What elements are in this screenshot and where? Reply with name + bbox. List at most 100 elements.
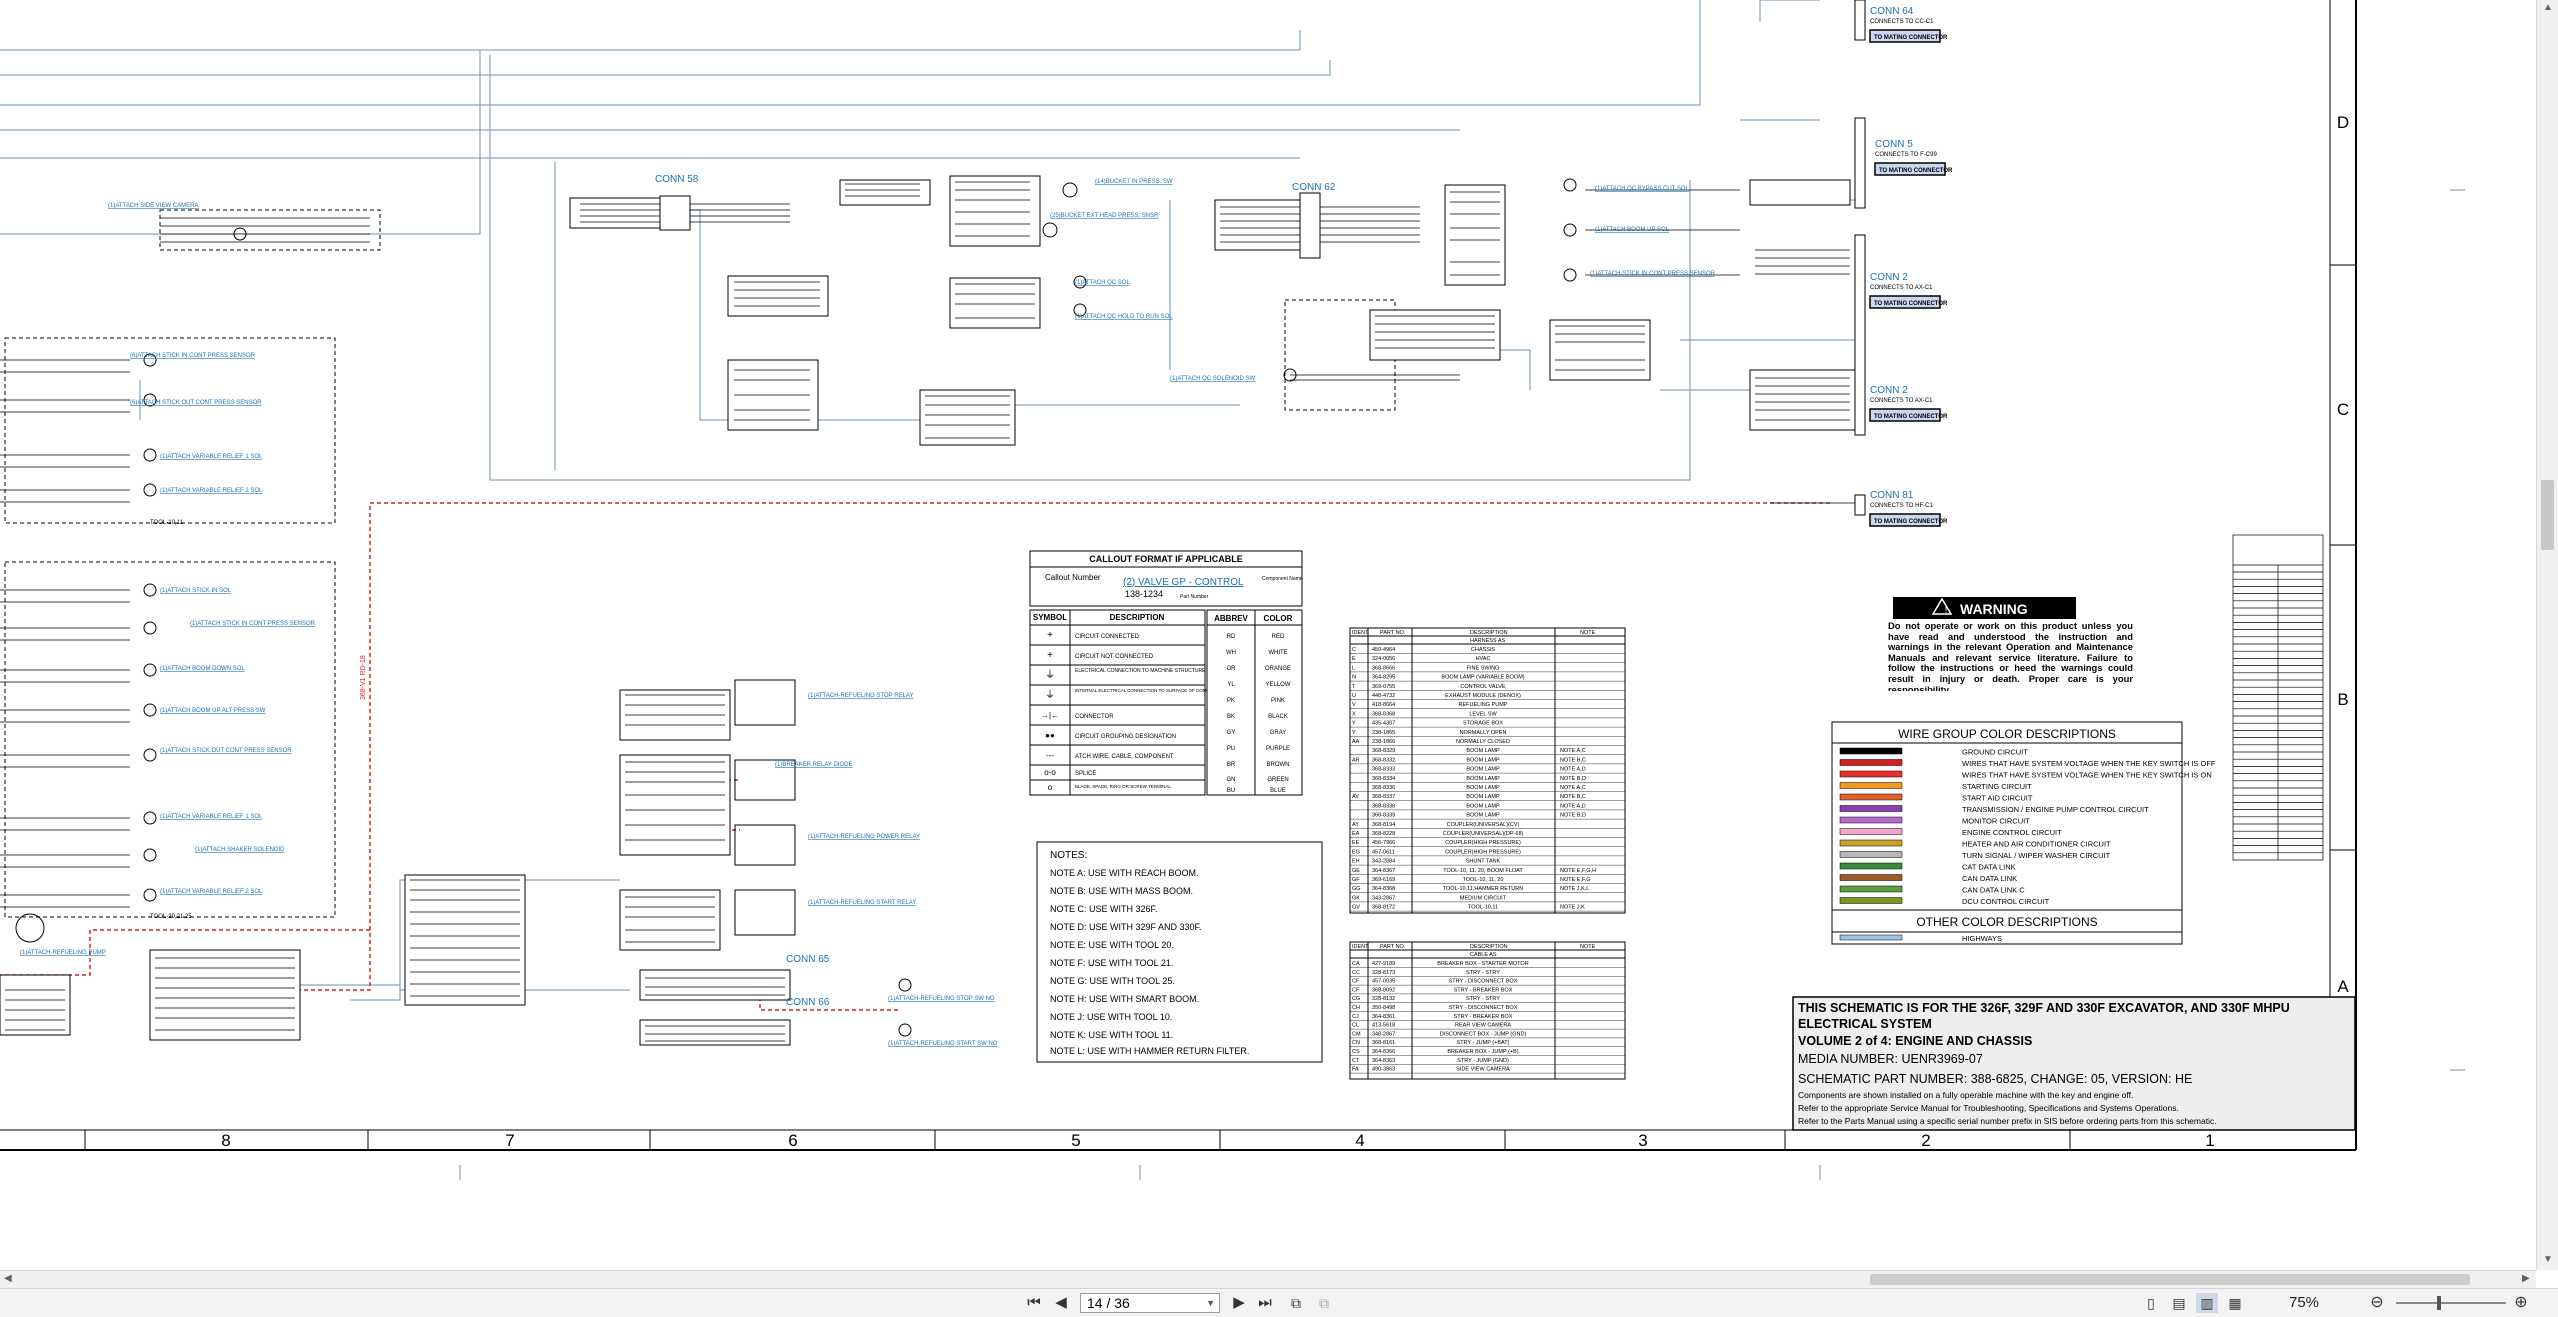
svg-text:BLADE, SPADE, RING OR SCREW TE: BLADE, SPADE, RING OR SCREW TERMINAL [1075, 784, 1171, 789]
zoom-in-icon[interactable]: ⊕ [2512, 1293, 2530, 1313]
next-page-icon[interactable]: ▶ [1230, 1293, 1248, 1313]
svg-text:448-4732: 448-4732 [1372, 693, 1395, 699]
wire-color-swatch [1839, 770, 1903, 778]
scroll-up-icon[interactable]: ▲ [2543, 2, 2553, 13]
svg-text:NOTE J,K,L: NOTE J,K,L [1560, 886, 1589, 892]
svg-text:BLUE: BLUE [1270, 788, 1286, 794]
zoom-slider-thumb[interactable] [2437, 1296, 2441, 1310]
svg-text:ENGINE CONTROL CIRCUIT: ENGINE CONTROL CIRCUIT [1962, 828, 2062, 837]
vertical-scroll-thumb[interactable] [2541, 480, 2554, 550]
svg-text:NOTE A,D: NOTE A,D [1560, 803, 1586, 809]
svg-text:CF: CF [1352, 987, 1360, 993]
conn-64-label: CONN 64 [1870, 6, 1914, 17]
svg-text:NORMALLY CLOSED: NORMALLY CLOSED [1456, 739, 1510, 745]
svg-text:AV: AV [1352, 794, 1359, 800]
horizontal-scrollbar[interactable]: ◀ ▶ [0, 1270, 2536, 1288]
svg-text:BROWN: BROWN [1267, 762, 1290, 768]
svg-text:(1)ATTACH QC BYPASS CUT SOL: (1)ATTACH QC BYPASS CUT SOL [1595, 186, 1690, 192]
harness-row: 368-8336 BOOM LAMP NOTE A,C [1350, 785, 1625, 792]
fit-page-icon[interactable]: ⧉ [1286, 1293, 1306, 1313]
svg-text:FA: FA [1352, 1067, 1359, 1073]
svg-text:CA: CA [1352, 961, 1360, 967]
svg-text:(1)ATTACH-REFUELING STOP RELAY: (1)ATTACH-REFUELING STOP RELAY [808, 693, 913, 699]
svg-text:NOTE L: USE WITH HAMMER RETURN: NOTE L: USE WITH HAMMER RETURN FILTER. [1050, 1046, 1249, 1056]
wire-color-swatch [1839, 839, 1903, 847]
svg-text:FINE SWING: FINE SWING [1467, 665, 1500, 671]
svg-text:350-8498: 350-8498 [1372, 1005, 1395, 1011]
svg-text:457-0611: 457-0611 [1372, 849, 1395, 855]
svg-text:HIGHWAYS: HIGHWAYS [1962, 934, 2002, 943]
callout-format-box: CALLOUT FORMAT IF APPLICABLE Callout Num… [1029, 550, 1303, 607]
abbrev-table: ABBREV COLOR RD RED WH WHITE OR ORANGE YL YE… [1206, 609, 1303, 796]
svg-text:COUPLER(UNIVERSAL)(DP-68): COUPLER(UNIVERSAL)(DP-68) [1443, 831, 1524, 837]
svg-text:SHUNT TANK: SHUNT TANK [1466, 859, 1501, 865]
wire-color-swatch [1839, 828, 1903, 835]
svg-text:(14)BUCKET IN PRESS. SW: (14)BUCKET IN PRESS. SW [1095, 179, 1173, 185]
schematic-drawing: 8 7 6 5 4 3 2 1 D C B A 368-V1 RD-18 CON… [0, 0, 2465, 1180]
fit-width-icon[interactable]: ⧉ [1314, 1293, 1334, 1313]
vertical-scrollbar[interactable]: ▲ ▼ [2536, 0, 2558, 1270]
svg-text:NOTE B: USE WITH MASS BOOM.: NOTE B: USE WITH MASS BOOM. [1050, 886, 1193, 896]
svg-text:(25)BUCKET EXT HEAD PRESS. SNS: (25)BUCKET EXT HEAD PRESS. SNSR [1050, 213, 1159, 219]
chevron-down-icon[interactable]: ▼ [1206, 1294, 1215, 1312]
svg-text:368-8329: 368-8329 [1372, 748, 1395, 754]
svg-text:368-8228: 368-8228 [1372, 831, 1395, 837]
zoom-level[interactable]: 75% [2275, 1293, 2333, 1313]
svg-text:NOTE A,C: NOTE A,C [1560, 748, 1586, 754]
svg-text:AR: AR [1352, 757, 1360, 763]
svg-text:CS: CS [1352, 1049, 1360, 1055]
svg-text:(2) VALVE GP - CONTROL: (2) VALVE GP - CONTROL [1123, 577, 1244, 588]
harness-row: 368-8334 BOOM LAMP NOTE B,D [1350, 776, 1625, 783]
zoom-slider-track[interactable] [2396, 1302, 2506, 1304]
svg-text:CN: CN [1352, 1040, 1360, 1046]
scroll-right-icon[interactable]: ▶ [2522, 1273, 2530, 1284]
svg-text:WIRES THAT HAVE SYSTEM VOLTAGE: WIRES THAT HAVE SYSTEM VOLTAGE WHEN THE … [1962, 771, 2212, 780]
svg-text:CIRCUIT GROUPING DESIGNATION: CIRCUIT GROUPING DESIGNATION [1075, 734, 1176, 740]
harness-row: GG 364-8368 TOOL-10,11,HAMMER RETURN NOTE J… [1350, 886, 1625, 893]
svg-text:PINK: PINK [1271, 698, 1285, 704]
svg-text:o-o: o-o [1044, 768, 1056, 777]
previous-page-icon[interactable]: ◀ [1052, 1293, 1070, 1313]
two-page-view-icon[interactable]: ▥ [2196, 1293, 2218, 1313]
svg-text:WH: WH [1226, 650, 1236, 656]
svg-text:OR: OR [1227, 666, 1237, 672]
svg-text:(1)ATTACH QC SOLENOID SW: (1)ATTACH QC SOLENOID SW [1170, 376, 1255, 382]
svg-text:435-4307: 435-4307 [1372, 721, 1395, 727]
svg-text:CIRCUIT CONNECTED: CIRCUIT CONNECTED [1075, 634, 1140, 640]
svg-text:NOTE B,D: NOTE B,D [1560, 776, 1586, 782]
svg-text:(6)ATTACH STICK OUT CONT PRESS: (6)ATTACH STICK OUT CONT PRESS SENSOR [130, 400, 262, 406]
svg-text:364-8363: 364-8363 [1372, 1058, 1395, 1064]
svg-text:CONNECTS TO CC-C1: CONNECTS TO CC-C1 [1870, 19, 1934, 25]
svg-text:(1)ATTACH VARIABLE RELIEF 1 SO: (1)ATTACH VARIABLE RELIEF 1 SOL [160, 454, 263, 460]
two-page-continuous-icon[interactable]: ▦ [2224, 1293, 2246, 1313]
svg-text:BK: BK [1227, 714, 1235, 720]
zoom-out-icon[interactable]: ⊖ [2368, 1293, 2386, 1313]
svg-text:TRANSMISSION / ENGINE PUMP CON: TRANSMISSION / ENGINE PUMP CONTROL CIRCU… [1962, 805, 2149, 814]
svg-text:364-8361: 364-8361 [1372, 1014, 1395, 1020]
grid-column-labels: 8 7 6 5 4 3 2 1 [221, 1131, 2214, 1150]
svg-text:NOTE E,F,G: NOTE E,F,G [1560, 877, 1591, 883]
last-page-icon[interactable]: ⏭ [1255, 1293, 1275, 1313]
first-page-icon[interactable]: ⏮ [1025, 1293, 1043, 1313]
svg-text:REAR VIEW CAMERA: REAR VIEW CAMERA [1455, 1023, 1511, 1029]
wire-color-swatch [1839, 782, 1903, 789]
conn-62-label: CONN 62 [1292, 182, 1336, 193]
svg-text:CABLE AS: CABLE AS [1470, 952, 1497, 958]
svg-text:427-9189: 427-9189 [1372, 961, 1395, 967]
scroll-down-icon[interactable]: ▼ [2543, 1254, 2553, 1265]
svg-text:WIRE GROUP COLOR DESCRIPTIONS: WIRE GROUP COLOR DESCRIPTIONS [1898, 727, 2116, 741]
svg-text:364-8366: 364-8366 [1372, 1049, 1395, 1055]
scroll-left-icon[interactable]: ◀ [4, 1273, 12, 1284]
svg-text:→|←: →|← [1041, 711, 1059, 720]
harness-row: 368-8333 BOOM LAMP NOTE A,D [1350, 767, 1625, 774]
svg-text:CONNECTS TO AX-C1: CONNECTS TO AX-C1 [1870, 398, 1933, 404]
svg-text:457-0035: 457-0035 [1372, 979, 1395, 985]
svg-text:368-8338: 368-8338 [1372, 803, 1395, 809]
harness-row: AR 368-8332 BOOM LAMP NOTE B,C [1350, 757, 1625, 765]
horizontal-scroll-thumb[interactable] [1870, 1274, 2470, 1285]
svg-text:AY: AY [1352, 822, 1359, 828]
page-number-field[interactable]: 14 / 36 ▼ [1080, 1293, 1220, 1313]
svg-text:CF: CF [1352, 979, 1360, 985]
single-page-view-icon[interactable]: ▯ [2140, 1293, 2162, 1313]
continuous-view-icon[interactable]: ▤ [2168, 1293, 2190, 1313]
